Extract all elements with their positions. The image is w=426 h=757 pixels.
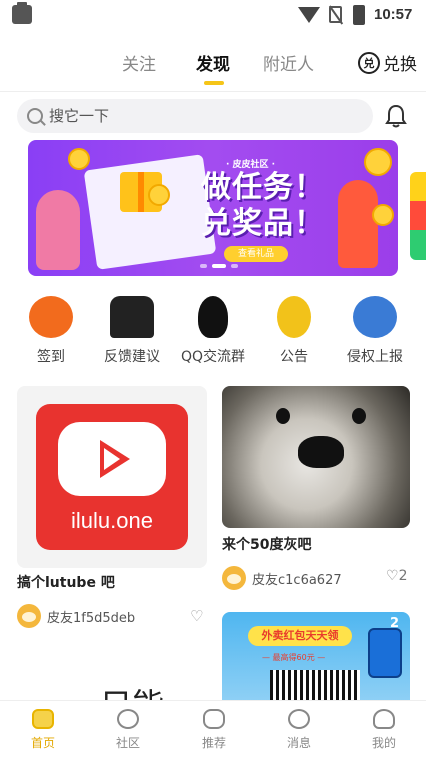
- planet-icon: [117, 709, 139, 729]
- post-image-dog[interactable]: [222, 386, 410, 528]
- exchange-label: 兑换: [383, 55, 417, 75]
- quick-link-checkin[interactable]: 签到: [11, 296, 91, 366]
- like-heart-icon: ♡: [386, 568, 399, 584]
- top-tabs: 关注 发现 附近人 兑 兑换: [0, 40, 426, 86]
- phone-illustration: [368, 628, 402, 678]
- clipboard-icon: [12, 2, 32, 24]
- coin-icon: [68, 148, 90, 170]
- quick-link-qq-group[interactable]: QQ交流群: [173, 296, 253, 366]
- banner-pager: [200, 264, 238, 268]
- quick-link-announcement[interactable]: 公告: [254, 296, 334, 366]
- search-icon: [27, 108, 43, 124]
- announcement-megaphone-icon: [277, 296, 311, 338]
- lutube-logo-image: ilulu.one: [36, 404, 188, 550]
- nav-label: 社区: [115, 736, 140, 750]
- coin-icon: [364, 148, 392, 176]
- next-banner-peek[interactable]: [410, 172, 426, 260]
- search-bar[interactable]: [17, 99, 373, 133]
- nav-label: 推荐: [201, 736, 226, 750]
- quick-links: 签到 反馈建议 QQ交流群 公告 侵权上报: [0, 296, 426, 372]
- tab-discover[interactable]: 发现: [196, 50, 230, 75]
- pager-dot: [200, 264, 207, 268]
- quick-link-label: 公告: [280, 349, 308, 365]
- bell-icon[interactable]: [385, 104, 407, 128]
- chat-bubble-icon: [288, 709, 310, 729]
- exchange-icon: 兑: [358, 51, 380, 74]
- banner-headline-line1: 做任务！: [201, 170, 325, 205]
- nav-label: 首页: [30, 736, 55, 750]
- wifi-icon: [298, 7, 320, 23]
- qr-code-image: [270, 670, 360, 702]
- banner-tag: · 皮皮社区 ·: [226, 160, 276, 170]
- tab-nearby[interactable]: 附近人: [263, 50, 314, 75]
- pager-dot: [231, 264, 238, 268]
- nav-messages[interactable]: 消息: [269, 709, 329, 751]
- active-tab-indicator: [204, 81, 224, 85]
- header-divider: [0, 91, 426, 92]
- nav-label: 消息: [286, 736, 311, 750]
- quick-link-feedback[interactable]: 反馈建议: [92, 296, 172, 366]
- status-time: 10:57: [374, 6, 413, 23]
- banner-headline-line2: 兑奖品！: [201, 206, 325, 241]
- nav-home[interactable]: 首页: [13, 709, 73, 751]
- play-icon: [100, 440, 130, 478]
- tab-follow[interactable]: 关注: [122, 50, 156, 75]
- like-heart-icon[interactable]: ♡: [190, 607, 203, 625]
- promo-sub: — 最高得60元 —: [262, 653, 326, 662]
- report-cartoon-icon: [353, 296, 397, 338]
- feedback-people-icon: [110, 296, 154, 338]
- like-count[interactable]: ♡2: [386, 568, 407, 584]
- woman-illustration: [36, 190, 80, 270]
- nav-profile[interactable]: 我的: [354, 709, 414, 751]
- quick-link-label: 侵权上报: [347, 349, 403, 365]
- nav-community[interactable]: 社区: [98, 709, 158, 751]
- nav-recommend[interactable]: 推荐: [184, 709, 244, 751]
- post-author[interactable]: 皮友c1c6a627: [222, 566, 342, 590]
- post-title[interactable]: 来个50度灰吧: [222, 534, 311, 554]
- banner-cta-button[interactable]: 查看礼品: [224, 246, 288, 262]
- quick-link-report[interactable]: 侵权上报: [335, 296, 415, 366]
- dog-eye: [352, 408, 366, 424]
- dog-nose: [298, 436, 344, 468]
- profile-icon: [373, 709, 395, 729]
- gamepad-icon: [203, 709, 225, 729]
- dog-eye: [276, 408, 290, 424]
- post-card[interactable]: ilulu.one: [17, 386, 207, 568]
- coin-icon: [372, 204, 394, 226]
- banner-headline: 做任务！ 兑奖品！: [168, 170, 358, 242]
- logo-text: ilulu.one: [71, 508, 153, 533]
- exchange-button[interactable]: 兑 兑换: [358, 50, 417, 75]
- post-card-promo[interactable]: 外卖红包天天领 — 最高得60元 — 2: [222, 612, 410, 702]
- checkin-badge-icon: [29, 296, 73, 338]
- qq-penguin-icon: [198, 296, 228, 338]
- author-name: 皮友c1c6a627: [252, 572, 342, 588]
- bottom-nav: 首页 社区 推荐 消息 我的: [0, 700, 426, 757]
- quick-link-label: 签到: [37, 349, 65, 365]
- image-count-badge: 2: [390, 616, 400, 631]
- promo-headline: 外卖红包天天领: [248, 626, 352, 646]
- battery-icon: [353, 5, 365, 25]
- no-sim-icon: [329, 6, 342, 23]
- nav-label: 我的: [371, 736, 396, 750]
- like-count-value: 2: [398, 568, 408, 584]
- quick-link-label: 反馈建议: [104, 349, 160, 365]
- play-frame: [58, 422, 166, 496]
- promo-banner[interactable]: · 皮皮社区 · 做任务！ 兑奖品！ 查看礼品: [28, 140, 398, 276]
- coin-icon: [148, 184, 170, 206]
- status-bar: 10:57: [0, 0, 426, 30]
- home-icon: [32, 709, 54, 729]
- avatar: [17, 604, 41, 628]
- author-name: 皮友1f5d5deb: [47, 610, 136, 626]
- avatar: [222, 566, 246, 590]
- post-author[interactable]: 皮友1f5d5deb: [17, 604, 135, 628]
- post-title[interactable]: 搞个lutube 吧: [17, 572, 115, 592]
- quick-link-label: QQ交流群: [180, 349, 246, 365]
- pager-dot-active: [212, 264, 226, 268]
- search-input[interactable]: [49, 107, 329, 125]
